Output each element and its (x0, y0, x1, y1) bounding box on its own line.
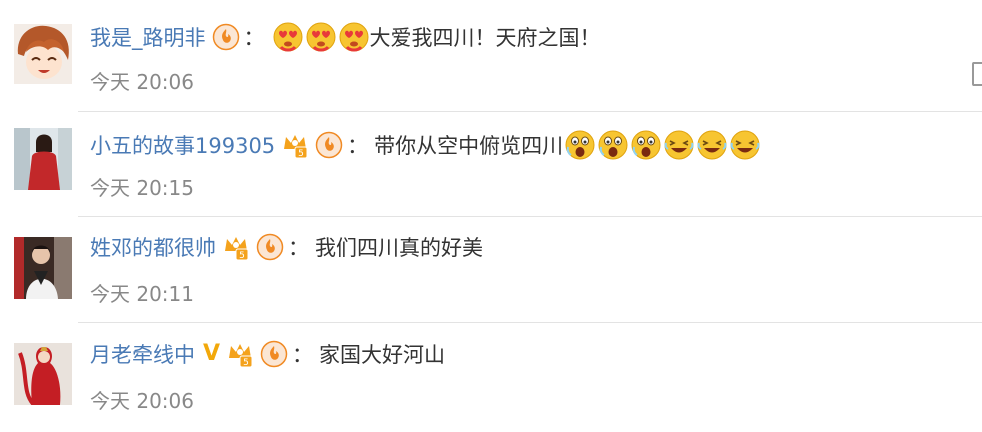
comment-text: 大爱我四川！天府之国！ (369, 26, 601, 50)
timestamp: 今天 20:15 (90, 176, 194, 200)
username-link[interactable]: 小五的故事199305 (90, 130, 275, 160)
comment-line: 小五的故事199305 ： 带你从空中俯览四川 (90, 128, 761, 162)
fire-badge-icon[interactable] (212, 23, 240, 51)
avatar[interactable] (14, 343, 72, 405)
separator: ： (292, 343, 314, 367)
separator: ： (243, 26, 265, 50)
scared-face-emoji (564, 129, 596, 161)
comment-text: 家国大好河山 (319, 343, 446, 367)
scared-face-emoji (597, 129, 629, 161)
comment-line: 我是_路明非 ： 大爱我四川！天府之国！ (90, 20, 601, 54)
fire-badge-icon[interactable] (256, 233, 284, 261)
love-heart-eyes-emoji (338, 21, 370, 53)
fire-badge-icon[interactable] (260, 340, 288, 368)
scared-face-emoji (630, 129, 662, 161)
username-link[interactable]: 姓邓的都很帅 (90, 232, 216, 262)
comment-text: 我们四川真的好美 (315, 236, 483, 260)
more-options-icon[interactable] (972, 62, 982, 86)
avatar[interactable] (14, 237, 72, 299)
member-crown-icon[interactable] (281, 131, 309, 159)
username-link[interactable]: 我是_路明非 (90, 22, 206, 52)
username-link[interactable]: 月老牵线中 (90, 339, 195, 369)
verified-v-icon[interactable]: V (203, 343, 220, 365)
comment-line: 月老牵线中 V ： 家国大好河山 (90, 337, 445, 371)
separator: ： (347, 134, 369, 158)
laughing-face-emoji (729, 129, 761, 161)
fire-badge-icon[interactable] (315, 131, 343, 159)
avatar[interactable] (14, 128, 72, 190)
timestamp: 今天 20:11 (90, 282, 194, 306)
member-crown-icon[interactable] (222, 233, 250, 261)
love-heart-eyes-emoji (305, 21, 337, 53)
separator: ： (288, 236, 309, 260)
love-heart-eyes-emoji (272, 21, 304, 53)
comment-item: 小五的故事199305 ： 带你从空中俯览四川 今天 20:15 (0, 112, 982, 216)
timestamp: 今天 20:06 (90, 389, 194, 413)
member-crown-icon[interactable] (226, 340, 254, 368)
comment-item: 我是_路明非 ： 大爱我四川！天府之国！ 今天 20:06 (0, 0, 982, 112)
avatar[interactable] (14, 24, 72, 84)
comment-item: 姓邓的都很帅 ： 我们四川真的好美 今天 20:11 (0, 217, 982, 321)
comment-line: 姓邓的都很帅 ： 我们四川真的好美 (90, 230, 483, 264)
laughing-face-emoji (696, 129, 728, 161)
comment-item: 月老牵线中 V ： 家国大好河山 今天 20:06 (0, 323, 982, 432)
laughing-face-emoji (663, 129, 695, 161)
timestamp: 今天 20:06 (90, 70, 194, 94)
comment-text: 带你从空中俯览四川 (374, 134, 564, 158)
